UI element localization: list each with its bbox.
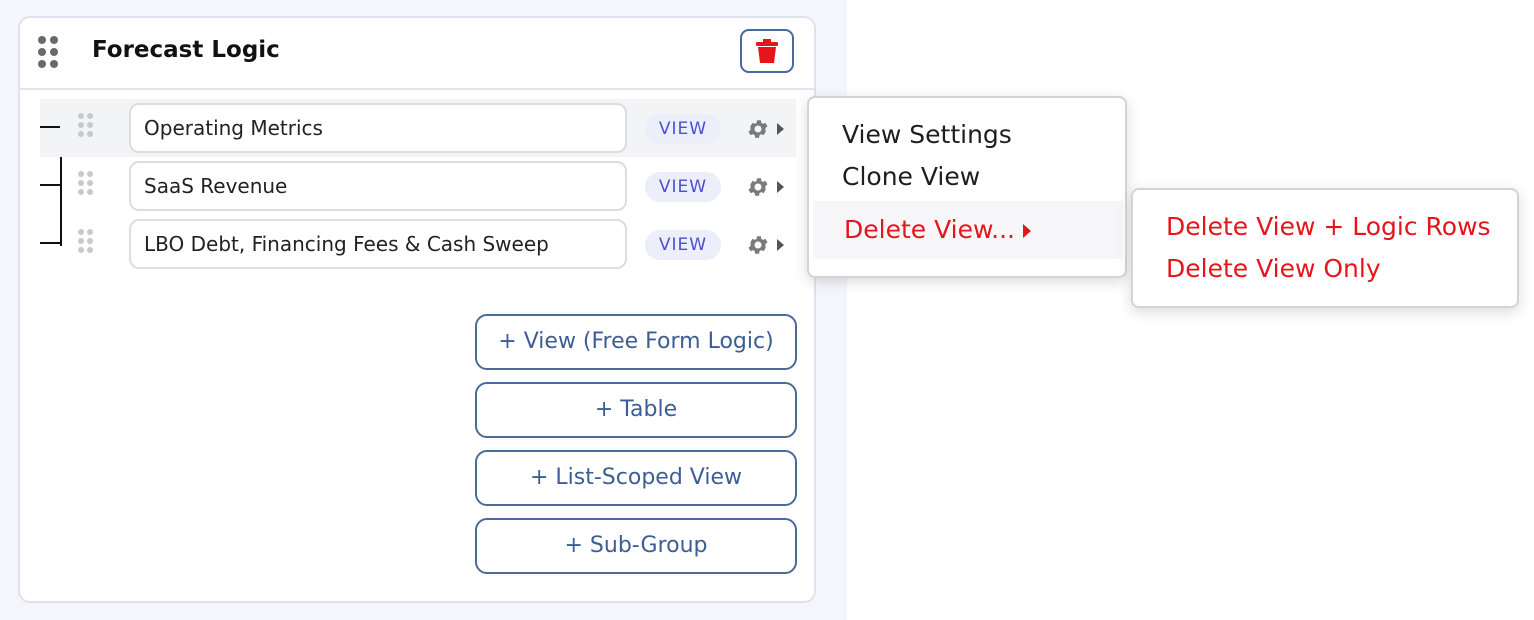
view-row[interactable]: SaaS Revenue VIEW <box>40 157 796 215</box>
row-drag-handle-icon[interactable] <box>78 171 93 195</box>
add-free-form-view-button[interactable]: + View (Free Form Logic) <box>475 314 797 370</box>
view-badge: VIEW <box>645 230 721 260</box>
trash-icon <box>756 39 778 63</box>
add-table-button[interactable]: + Table <box>475 382 797 438</box>
view-name-input[interactable]: Operating Metrics <box>129 103 627 153</box>
chevron-right-icon[interactable] <box>777 181 784 193</box>
caret-right-icon <box>1022 224 1031 238</box>
row-drag-handle-icon[interactable] <box>78 113 93 137</box>
menu-item-delete-view-only[interactable]: Delete View Only <box>1166 254 1381 283</box>
menu-item-clone-view[interactable]: Clone View <box>842 162 980 191</box>
gear-icon[interactable] <box>746 175 770 199</box>
gear-icon[interactable] <box>746 233 770 257</box>
delete-view-submenu: Delete View + Logic Rows Delete View Onl… <box>1131 188 1519 308</box>
gear-icon[interactable] <box>746 117 770 141</box>
forecast-logic-panel: Forecast Logic Operating Metrics VIEW Sa… <box>18 16 816 603</box>
view-row[interactable]: Operating Metrics VIEW <box>40 99 796 157</box>
panel-header: Forecast Logic <box>20 18 814 90</box>
menu-item-delete-view[interactable]: Delete View... <box>813 201 1123 259</box>
add-list-scoped-view-button[interactable]: + List-Scoped View <box>475 450 797 506</box>
delete-panel-button[interactable] <box>740 29 794 73</box>
view-row[interactable]: LBO Debt, Financing Fees & Cash Sweep VI… <box>40 215 796 273</box>
drag-handle-icon[interactable] <box>38 36 58 68</box>
row-drag-handle-icon[interactable] <box>78 229 93 253</box>
panel-title: Forecast Logic <box>92 37 280 63</box>
tree-branch <box>40 126 60 128</box>
chevron-right-icon[interactable] <box>777 123 784 135</box>
view-badge: VIEW <box>645 172 721 202</box>
view-context-menu: View Settings Clone View Delete View... <box>807 96 1127 278</box>
view-badge: VIEW <box>645 114 721 144</box>
menu-item-delete-view-logic-rows[interactable]: Delete View + Logic Rows <box>1166 212 1491 241</box>
add-sub-group-button[interactable]: + Sub-Group <box>475 518 797 574</box>
tree-branch <box>40 184 60 186</box>
menu-item-view-settings[interactable]: View Settings <box>842 120 1012 149</box>
view-name-input[interactable]: SaaS Revenue <box>129 161 627 211</box>
tree-branch <box>40 242 60 244</box>
menu-item-delete-label: Delete View... <box>844 215 1015 244</box>
view-name-input[interactable]: LBO Debt, Financing Fees & Cash Sweep <box>129 219 627 269</box>
chevron-right-icon[interactable] <box>777 239 784 251</box>
